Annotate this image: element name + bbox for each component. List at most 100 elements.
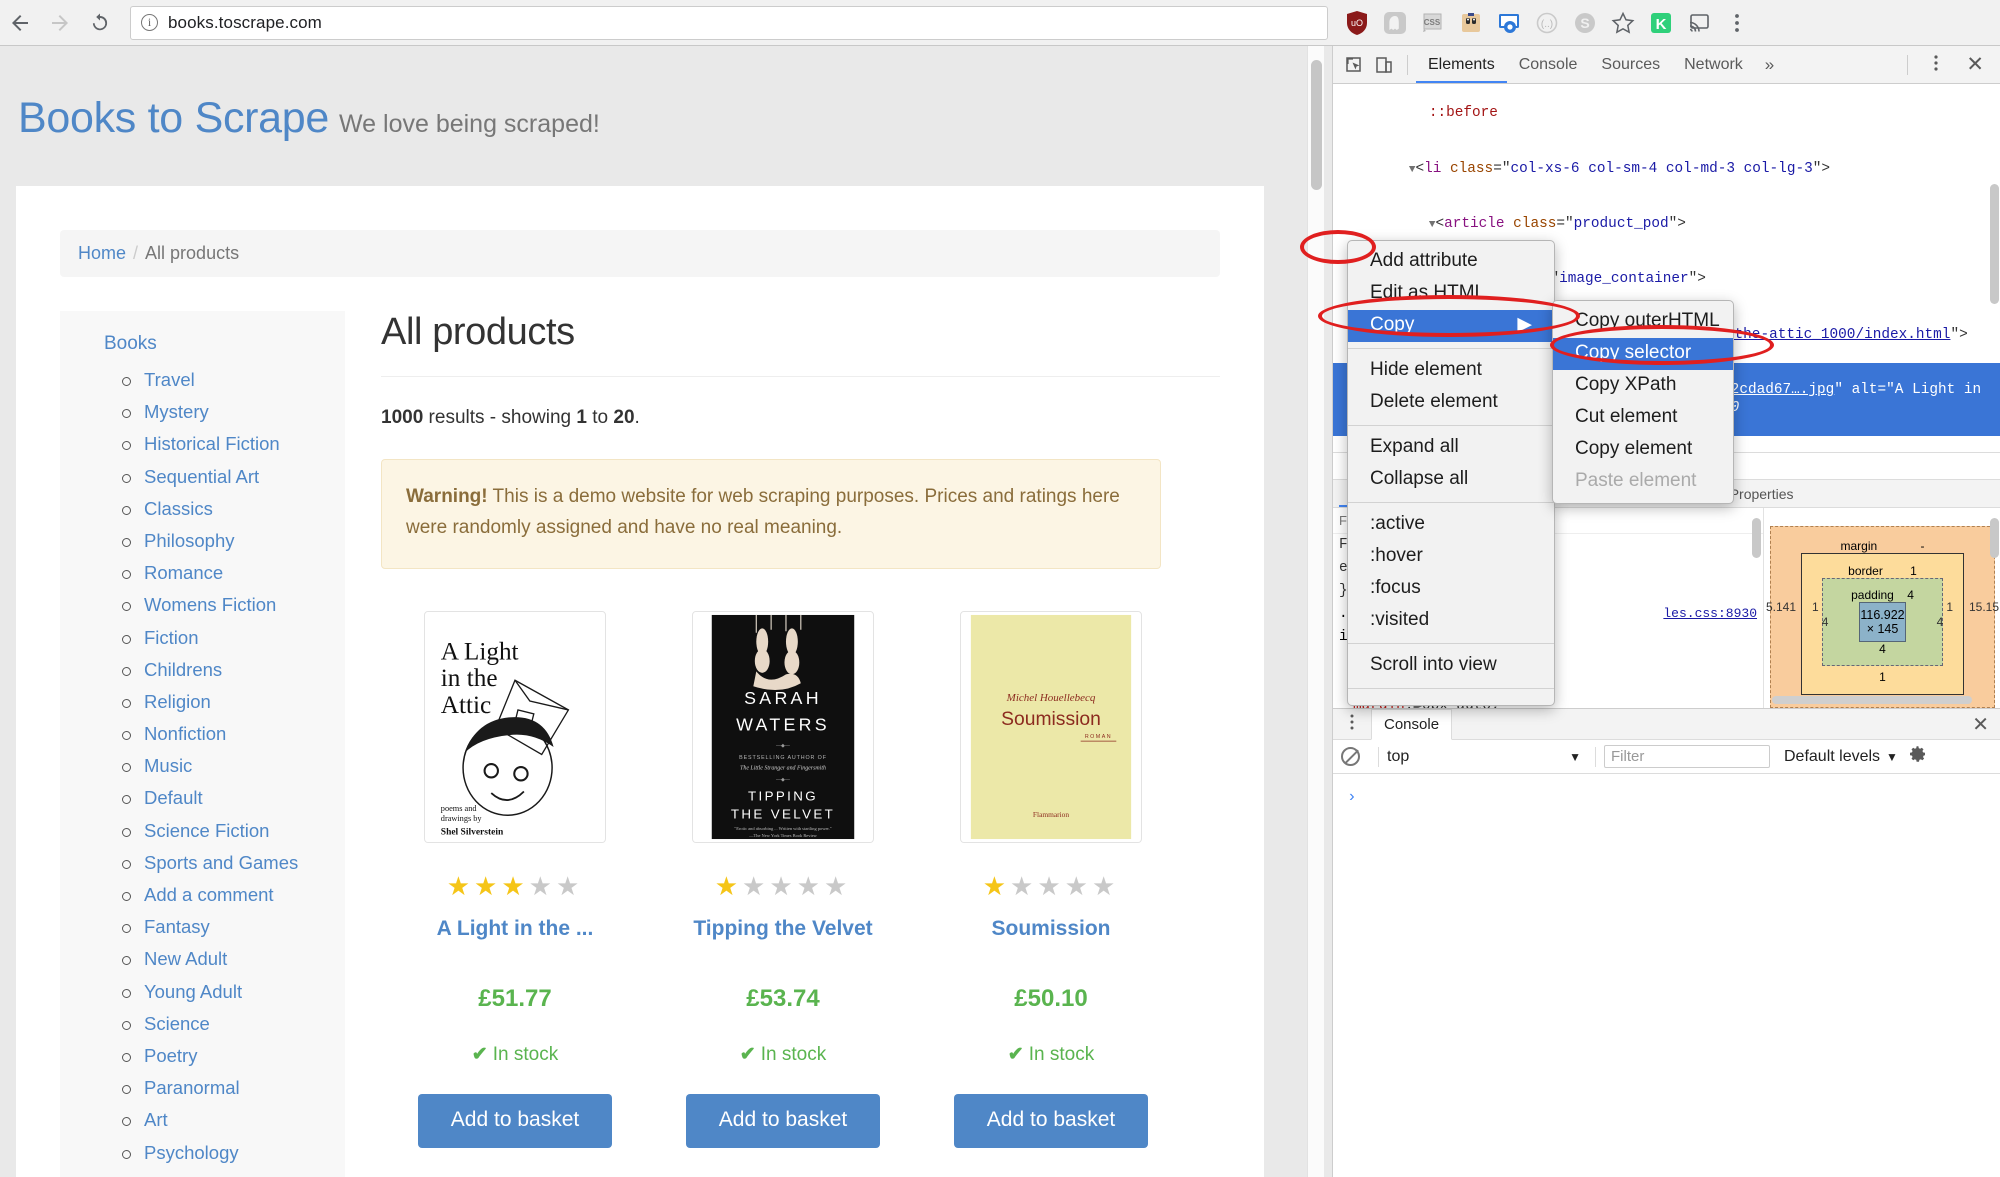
category-link[interactable]: Sports and Games (144, 852, 298, 873)
product-title-link[interactable]: A Light in the ... (381, 917, 649, 941)
product-thumbnail[interactable]: Michel Houellebecq Soumission ROMAN Flam… (960, 610, 1142, 843)
tab-sources[interactable]: Sources (1589, 46, 1672, 83)
reload-icon[interactable] (80, 3, 120, 43)
category-list-item[interactable]: Romance (122, 562, 345, 584)
chrome-menu-icon[interactable] (1722, 8, 1752, 38)
product-title-link[interactable]: Tipping the Velvet (649, 917, 917, 941)
ctx-add-attribute[interactable]: Add attribute (1348, 246, 1554, 278)
ctx-cut-element[interactable]: Cut element (1553, 402, 1733, 434)
styles-scrollbar-thumb[interactable] (1752, 518, 1761, 558)
ctx-hover[interactable]: :hover (1348, 541, 1554, 573)
category-list-item[interactable]: Classics (122, 498, 345, 520)
console-context-select[interactable]: top ▼ (1387, 748, 1587, 766)
category-link[interactable]: Psychology (144, 1142, 239, 1163)
ctx-copy-outerhtml[interactable]: Copy outerHTML (1553, 306, 1733, 338)
category-list-item[interactable]: Music (122, 755, 345, 777)
category-link[interactable]: Romance (144, 562, 223, 583)
category-link[interactable]: Fiction (144, 627, 199, 648)
category-link[interactable]: Fantasy (144, 916, 210, 937)
category-list-item[interactable]: Fantasy (122, 916, 345, 938)
category-link[interactable]: Travel (144, 369, 195, 390)
box-model-padding[interactable]: padding 4 4 116.922 × 145 4 4 (1822, 578, 1943, 666)
category-link[interactable]: Childrens (144, 659, 222, 680)
category-link[interactable]: Poetry (144, 1045, 197, 1066)
category-link[interactable]: Music (144, 755, 192, 776)
tab-network[interactable]: Network (1672, 46, 1755, 83)
css-viewer-icon[interactable]: CSS (1418, 8, 1448, 38)
devtools-menu-icon[interactable] (1916, 53, 1956, 76)
ctx-copy-xpath[interactable]: Copy XPath (1553, 370, 1733, 402)
kite-icon[interactable]: K (1646, 8, 1676, 38)
category-list-item[interactable]: Mystery (122, 401, 345, 423)
category-link[interactable]: Paranormal (144, 1077, 240, 1098)
box-model-margin[interactable]: margin - border 1 padding 4 4 116.922 × … (1770, 526, 1995, 708)
ctx-focus[interactable]: :focus (1348, 573, 1554, 605)
ctx-scroll-into-view[interactable]: Scroll into view (1348, 650, 1554, 682)
category-link[interactable]: Womens Fiction (144, 594, 276, 615)
ctx-expand-all[interactable]: Expand all (1348, 432, 1554, 464)
box-model-border[interactable]: border 1 padding 4 4 116.922 × 145 4 4 1 (1801, 553, 1964, 695)
category-list-item[interactable]: Science (122, 1013, 345, 1035)
category-link[interactable]: Young Adult (144, 981, 242, 1002)
ghostery-icon[interactable] (1380, 8, 1410, 38)
dom-tree-scrollbar-thumb[interactable] (1990, 184, 1999, 304)
toggle-device-toolbar-icon[interactable] (1369, 50, 1399, 80)
category-list-item[interactable]: Religion (122, 691, 345, 713)
clear-console-icon[interactable] (1341, 747, 1360, 766)
add-to-basket-button[interactable]: Add to basket (686, 1093, 880, 1148)
category-list-item[interactable]: Poetry (122, 1045, 345, 1067)
site-info-icon[interactable]: i (141, 14, 158, 31)
category-list-item[interactable]: Fiction (122, 627, 345, 649)
box-model-scrollbar[interactable] (1772, 696, 1972, 704)
ctx-hide-element[interactable]: Hide element (1348, 355, 1554, 387)
dom-line-li[interactable]: ▼<li class="col-xs-6 col-sm-4 col-md-3 c… (1333, 141, 2000, 196)
ublock-origin-icon[interactable]: uO (1342, 8, 1372, 38)
category-list-item[interactable]: Childrens (122, 659, 345, 681)
screenshot-icon[interactable] (1494, 8, 1524, 38)
category-link[interactable]: Nonfiction (144, 723, 226, 744)
bitwarden-icon[interactable] (1456, 8, 1486, 38)
ctx-delete-element[interactable]: Delete element (1348, 387, 1554, 419)
ctx-collapse-all[interactable]: Collapse all (1348, 464, 1554, 496)
tab-console[interactable]: Console (1507, 46, 1590, 83)
inspect-element-icon[interactable] (1339, 50, 1369, 80)
ctx-visited[interactable]: :visited (1348, 605, 1554, 637)
gear-icon[interactable] (1908, 744, 1928, 769)
category-list-item[interactable]: Nonfiction (122, 723, 345, 745)
ctx-copy-selector[interactable]: Copy selector (1553, 337, 1733, 370)
ctx-copy-element[interactable]: Copy element (1553, 434, 1733, 466)
ctx-edit-as-html[interactable]: Edit as HTML (1348, 278, 1554, 310)
devtools-close-icon[interactable]: ✕ (1956, 52, 1994, 77)
category-list-item[interactable]: Add a comment (122, 884, 345, 906)
add-to-basket-button[interactable]: Add to basket (954, 1093, 1148, 1148)
product-thumbnail[interactable]: A Light in the Attic poems and drawings … (424, 610, 606, 843)
category-link[interactable]: Classics (144, 498, 213, 519)
category-list-item[interactable]: Psychology (122, 1142, 345, 1164)
category-list-item[interactable]: Science Fiction (122, 820, 345, 842)
page-scrollbar[interactable] (1307, 46, 1324, 1177)
category-list-item[interactable]: Default (122, 787, 345, 809)
drawer-tab-console[interactable]: Console (1371, 708, 1453, 740)
address-bar[interactable]: i books.toscrape.com (130, 5, 1328, 40)
ctx-active[interactable]: :active (1348, 509, 1554, 541)
loom-icon[interactable]: (..) (1532, 8, 1562, 38)
ctx-copy[interactable]: ▶ Copy (1348, 309, 1554, 342)
category-link[interactable]: Mystery (144, 401, 209, 422)
dom-context-menu[interactable]: Add attribute Edit as HTML ▶ Copy Hide e… (1347, 240, 1555, 706)
category-link[interactable]: Add a comment (144, 884, 274, 905)
cast-icon[interactable] (1684, 8, 1714, 38)
category-list-item[interactable]: Historical Fiction (122, 433, 345, 455)
category-link[interactable]: Philosophy (144, 530, 235, 551)
category-link[interactable]: Science (144, 1013, 210, 1034)
console-filter-input[interactable]: Filter (1604, 745, 1770, 768)
category-list-item[interactable]: Art (122, 1109, 345, 1131)
category-list-item[interactable]: Paranormal (122, 1077, 345, 1099)
drawer-close-icon[interactable]: ✕ (1960, 712, 2000, 737)
drawer-menu-icon[interactable] (1333, 713, 1371, 736)
tab-elements[interactable]: Elements (1416, 46, 1507, 83)
category-list-item[interactable]: Travel (122, 369, 345, 391)
breadcrumb-home-link[interactable]: Home (78, 243, 126, 263)
product-title-link[interactable]: Soumission (917, 917, 1185, 941)
category-link[interactable]: New Adult (144, 948, 227, 969)
stylesheet-source-link[interactable]: les.css:8930 (1663, 605, 1757, 622)
